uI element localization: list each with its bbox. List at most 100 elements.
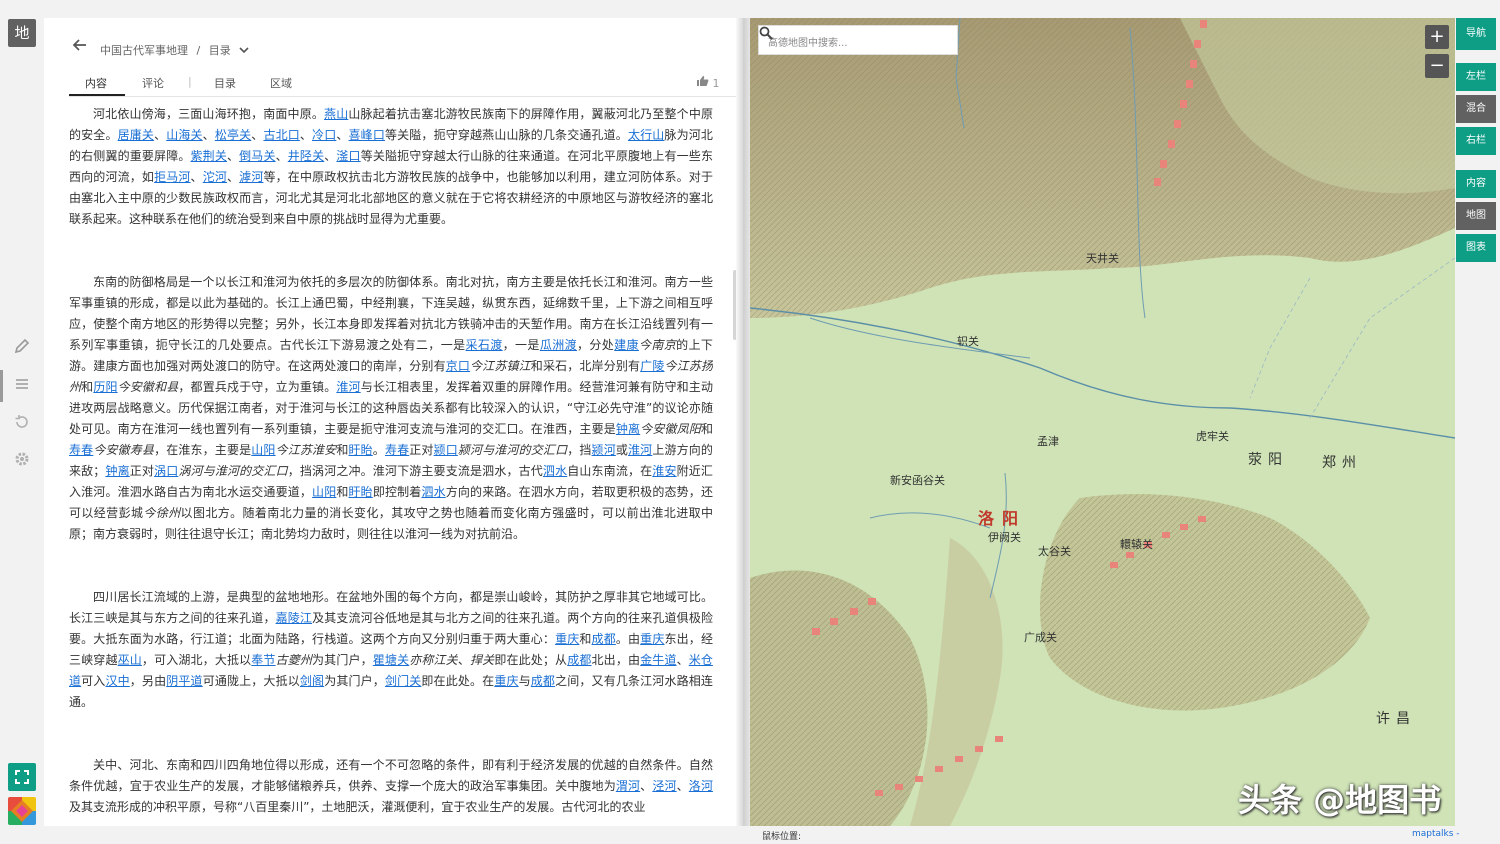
nav-button[interactable]: 导航	[1456, 18, 1496, 50]
place-link[interactable]: 淮河	[628, 443, 652, 457]
place-link[interactable]: 成都	[567, 653, 591, 667]
place-label[interactable]: 虎牢关	[1196, 428, 1229, 444]
place-link[interactable]: 居庸关	[118, 128, 154, 142]
place-link[interactable]: 倒马关	[239, 149, 275, 163]
place-link[interactable]: 钟离	[616, 422, 640, 436]
place-link[interactable]: 沱河	[203, 170, 227, 184]
tab-comments[interactable]: 评论	[142, 75, 164, 91]
list-icon[interactable]	[12, 376, 32, 396]
place-link[interactable]: 汉中	[105, 674, 129, 688]
place-link[interactable]: 瞿塘关	[373, 653, 409, 667]
place-link[interactable]: 松亭关	[215, 128, 251, 142]
place-link[interactable]: 寿春	[69, 443, 93, 457]
place-link[interactable]: 广陵	[640, 359, 664, 373]
place-label[interactable]: 天井关	[1086, 250, 1119, 266]
zoom-out-button[interactable]: −	[1425, 54, 1449, 78]
place-link[interactable]: 成都	[531, 674, 555, 688]
place-link[interactable]: 泗水	[543, 464, 567, 478]
place-link[interactable]: 太行山	[628, 128, 664, 142]
place-link[interactable]: 山阳	[251, 443, 275, 457]
place-label[interactable]: 郑州	[1322, 452, 1362, 472]
tab-region[interactable]: 区域	[270, 75, 292, 91]
place-label[interactable]: 广成关	[1024, 629, 1057, 645]
split-divider[interactable]	[736, 18, 750, 826]
tab-content[interactable]: 内容	[85, 75, 107, 91]
place-link[interactable]: 巫山	[118, 653, 142, 667]
place-link[interactable]: 剑门关	[385, 674, 421, 688]
place-link[interactable]: 嘉陵江	[276, 611, 312, 625]
place-label[interactable]: 太谷关	[1038, 543, 1071, 559]
content-view-button[interactable]: 内容	[1456, 170, 1496, 198]
zoom-in-button[interactable]: +	[1425, 25, 1449, 49]
place-link[interactable]: 燕山	[324, 107, 348, 121]
place-label[interactable]: 伊阙关	[988, 529, 1021, 545]
fullscreen-button[interactable]	[8, 763, 36, 791]
place-link[interactable]: 颍口	[434, 443, 458, 457]
place-link[interactable]: 盱眙	[348, 443, 372, 457]
place-link[interactable]: 泗水	[421, 485, 445, 499]
place-link[interactable]: 涡口	[154, 464, 178, 478]
chart-view-button[interactable]: 图表	[1456, 234, 1496, 262]
place-link[interactable]: 历阳	[93, 380, 117, 394]
place-link[interactable]: 滏口	[336, 149, 360, 163]
app-logo[interactable]: 地	[8, 19, 36, 47]
place-link[interactable]: 金牛道	[640, 653, 676, 667]
colorful-app-icon[interactable]	[8, 797, 36, 825]
gear-icon[interactable]	[12, 451, 32, 471]
place-link[interactable]: 寿春	[385, 443, 409, 457]
place-link[interactable]: 紫荆关	[191, 149, 227, 163]
place-link[interactable]: 奉节	[251, 653, 275, 667]
capital-label[interactable]: 洛阳	[978, 505, 1026, 529]
breadcrumb-section[interactable]: 目录	[209, 44, 231, 57]
place-link[interactable]: 滹河	[239, 170, 263, 184]
place-link[interactable]: 山海关	[166, 128, 202, 142]
place-link[interactable]: 钟离	[105, 464, 129, 478]
place-link[interactable]: 山阳	[312, 485, 336, 499]
place-label[interactable]: 轵关	[957, 333, 979, 349]
place-label[interactable]: 轘辕关	[1120, 536, 1153, 552]
place-link[interactable]: 阴平道	[166, 674, 202, 688]
place-link[interactable]: 采石渡	[465, 338, 502, 352]
attribution-link[interactable]: maptalks -	[1412, 829, 1460, 839]
place-link[interactable]: 颍河	[592, 443, 616, 457]
place-link[interactable]: 淮河	[336, 380, 360, 394]
place-link[interactable]: 渭河	[616, 779, 640, 793]
place-link[interactable]: 古北口	[263, 128, 299, 142]
breadcrumb-title[interactable]: 中国古代军事地理	[100, 44, 188, 57]
place-link[interactable]: 洛河	[689, 779, 713, 793]
place-link[interactable]: 瓜洲渡	[540, 338, 577, 352]
place-link[interactable]: 冷口	[312, 128, 336, 142]
rail-active-indicator	[0, 370, 3, 402]
tab-toc[interactable]: 目录	[214, 75, 236, 91]
mixed-button[interactable]: 混合	[1456, 95, 1496, 123]
place-link[interactable]: 盱眙	[349, 485, 373, 499]
search-icon[interactable]	[759, 26, 773, 40]
place-label[interactable]: 许昌	[1376, 708, 1416, 728]
chevron-down-icon[interactable]	[239, 44, 249, 57]
place-link[interactable]: 重庆	[640, 632, 664, 646]
place-link[interactable]: 井陉关	[288, 149, 324, 163]
place-link[interactable]: 重庆	[494, 674, 518, 688]
place-label[interactable]: 荥阳	[1248, 449, 1288, 469]
place-link[interactable]: 拒马河	[154, 170, 190, 184]
place-link[interactable]: 建康	[614, 338, 639, 352]
place-link[interactable]: 泾河	[652, 779, 676, 793]
place-link[interactable]: 剑阁	[300, 674, 324, 688]
place-link[interactable]: 京口	[446, 359, 470, 373]
terrain-map[interactable]	[750, 18, 1455, 826]
history-icon[interactable]	[12, 414, 32, 434]
map-search-input[interactable]: 高德地图中搜索...	[758, 25, 958, 55]
map-view-button[interactable]: 地图	[1456, 202, 1496, 230]
place-link[interactable]: 重庆	[555, 632, 579, 646]
map-view[interactable]: 高德地图中搜索... + − 天井关 轵关 孟津 虎牢关 荥阳 郑州 新安函谷关…	[750, 18, 1455, 826]
place-label[interactable]: 新安函谷关	[890, 472, 945, 488]
place-link[interactable]: 喜峰口	[349, 128, 385, 142]
like-button[interactable]: 1	[696, 75, 720, 90]
left-column-button[interactable]: 左栏	[1456, 63, 1496, 91]
place-link[interactable]: 淮安	[652, 464, 676, 478]
place-link[interactable]: 成都	[592, 632, 616, 646]
back-arrow-icon[interactable]	[72, 37, 88, 58]
right-column-button[interactable]: 右栏	[1456, 127, 1496, 155]
pencil-icon[interactable]	[12, 338, 32, 358]
place-label[interactable]: 孟津	[1037, 433, 1059, 449]
